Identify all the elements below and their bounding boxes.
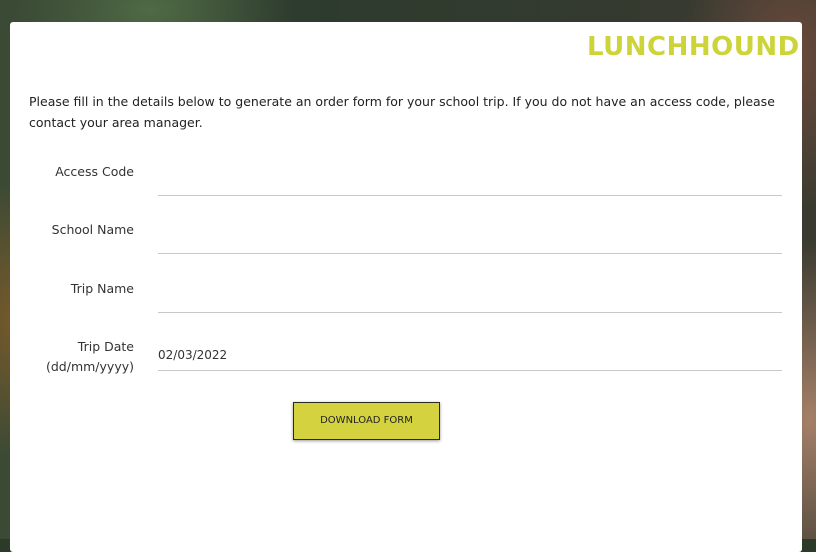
school-name-underline <box>158 253 782 254</box>
trip-name-underline <box>158 312 782 313</box>
access-code-input[interactable] <box>158 171 778 193</box>
trip-date-label-title: Trip Date <box>77 339 134 354</box>
access-code-underline <box>158 195 782 196</box>
access-code-label: Access Code <box>55 164 134 179</box>
intro-text: Please fill in the details below to gene… <box>29 94 775 130</box>
trip-name-label: Trip Name <box>70 281 134 296</box>
trip-date-underline <box>158 370 782 371</box>
school-name-label: School Name <box>51 222 134 237</box>
download-form-button[interactable]: DOWNLOAD FORM <box>293 402 440 440</box>
trip-date-label: Trip Date (dd/mm/yyyy) <box>46 337 134 377</box>
school-name-input[interactable] <box>158 229 778 251</box>
lunchhound-logo: LUNCHHOUND <box>587 32 800 62</box>
trip-date-input[interactable] <box>158 344 778 366</box>
trip-date-label-format: (dd/mm/yyyy) <box>46 359 134 374</box>
trip-name-input[interactable] <box>158 288 778 310</box>
